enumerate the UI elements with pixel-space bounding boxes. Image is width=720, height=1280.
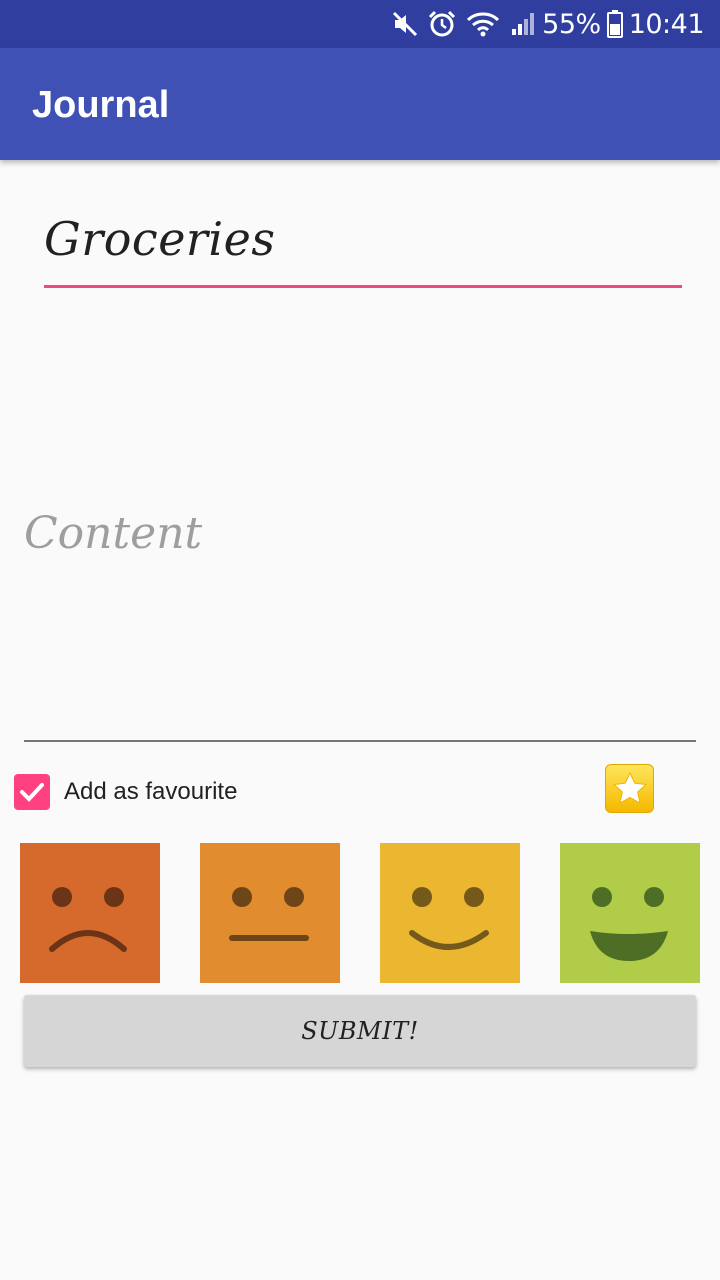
battery-icon <box>606 10 623 38</box>
app-bar: Journal <box>0 48 720 160</box>
mood-neutral-button[interactable] <box>200 843 340 983</box>
smile-face-icon <box>380 843 520 983</box>
mute-icon <box>392 11 418 37</box>
content-input[interactable]: Content <box>24 300 696 744</box>
title-input-underline <box>44 285 682 288</box>
favourite-row: Add as favourite <box>14 773 237 811</box>
mood-sad-button[interactable] <box>20 843 160 983</box>
grin-face-icon <box>560 843 700 983</box>
check-icon <box>20 783 44 802</box>
title-input[interactable]: Groceries <box>44 212 682 290</box>
mood-very-happy-button[interactable] <box>560 843 700 983</box>
sad-face-icon <box>20 843 160 983</box>
status-bar: 55% 10:41 <box>0 0 720 48</box>
mood-selector <box>20 843 700 983</box>
page-title: Journal <box>32 84 170 126</box>
clock: 10:41 <box>628 8 705 40</box>
favourite-label[interactable]: Add as favourite <box>64 778 237 806</box>
star-icon <box>612 771 647 804</box>
favourite-star-button[interactable] <box>605 764 654 813</box>
mood-happy-button[interactable] <box>380 843 520 983</box>
alarm-icon <box>428 10 456 38</box>
content-input-placeholder: Content <box>24 508 203 559</box>
favourite-checkbox[interactable] <box>14 774 50 810</box>
title-input-value[interactable]: Groceries <box>44 212 275 266</box>
submit-button[interactable]: SUBMIT! <box>24 995 696 1067</box>
neutral-face-icon <box>200 843 340 983</box>
battery-percent: 55% <box>542 8 601 40</box>
wifi-icon <box>466 11 500 37</box>
content-input-underline <box>24 740 696 742</box>
signal-icon <box>510 11 536 37</box>
